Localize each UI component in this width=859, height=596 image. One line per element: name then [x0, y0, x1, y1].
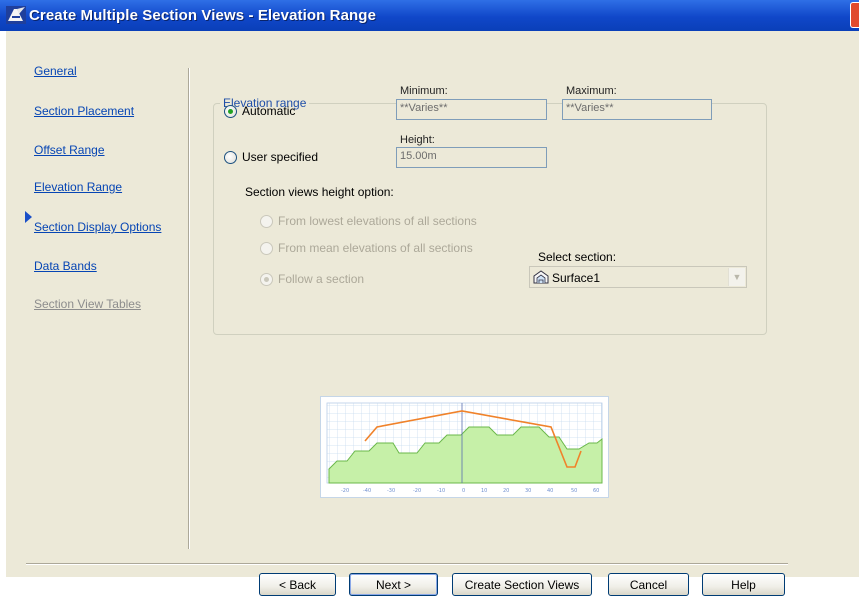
minimum-label: Minimum: — [400, 85, 448, 97]
select-section-combo[interactable]: Surface1 ▼ — [529, 266, 747, 288]
axis-tick: 0 — [462, 488, 465, 494]
select-section-label: Select section: — [538, 250, 617, 264]
section-preview-diagram: -20 -40 -30 -20 -10 0 10 20 30 40 50 60 — [320, 396, 609, 498]
lowest-elevation-radio[interactable] — [260, 215, 273, 228]
nav-item-general[interactable]: General — [34, 64, 77, 78]
nav-item-section-placement[interactable]: Section Placement — [34, 104, 134, 118]
close-icon[interactable] — [850, 2, 859, 28]
user-specified-label: User specified — [242, 150, 319, 164]
create-section-views-button[interactable]: Create Section Views — [452, 573, 592, 596]
follow-section-radio[interactable] — [260, 273, 273, 286]
dialog-body: General Section Placement Offset Range E… — [6, 31, 859, 596]
automatic-label: Automatic — [242, 104, 296, 118]
nav-item-data-bands[interactable]: Data Bands — [34, 259, 97, 273]
maximum-label: Maximum: — [566, 85, 617, 97]
nav-item-section-display-options[interactable]: Section Display Options — [34, 220, 161, 234]
follow-section-label: Follow a section — [278, 272, 365, 286]
axis-tick: -10 — [437, 488, 445, 494]
axis-tick: -40 — [363, 488, 371, 494]
cancel-button[interactable]: Cancel — [608, 573, 689, 596]
axis-tick: -30 — [387, 488, 395, 494]
autocad-civil-icon — [6, 6, 26, 24]
maximum-field[interactable]: **Varies** — [562, 99, 712, 120]
window-title: Create Multiple Section Views - Elevatio… — [29, 7, 377, 24]
mean-elevation-radio[interactable] — [260, 242, 273, 255]
next-button[interactable]: Next > — [349, 573, 438, 596]
vertical-divider — [188, 68, 190, 549]
axis-tick: 10 — [481, 488, 487, 494]
back-button[interactable]: < Back — [259, 573, 336, 596]
axis-tick: 60 — [593, 488, 599, 494]
axis-tick: -20 — [341, 488, 349, 494]
lowest-elevation-label: From lowest elevations of all sections — [278, 214, 477, 228]
nav-item-elevation-range[interactable]: Elevation Range — [34, 180, 122, 194]
bottom-divider — [26, 563, 788, 565]
nav-item-offset-range[interactable]: Offset Range — [34, 143, 105, 157]
help-button[interactable]: Help — [702, 573, 785, 596]
axis-tick: 50 — [571, 488, 577, 494]
current-page-arrow-icon — [25, 211, 32, 223]
axis-tick-labels: -20 -40 -30 -20 -10 0 10 20 30 40 50 60 — [341, 488, 599, 494]
select-section-value: Surface1 — [552, 271, 601, 285]
height-option-label: Section views height option: — [245, 185, 394, 199]
height-label: Height: — [400, 134, 435, 146]
automatic-radio[interactable] — [224, 105, 237, 118]
surface-icon — [533, 270, 549, 284]
height-field[interactable]: 15.00m — [396, 147, 547, 168]
axis-tick: 20 — [503, 488, 509, 494]
axis-tick: 30 — [525, 488, 531, 494]
axis-tick: 40 — [547, 488, 553, 494]
minimum-field[interactable]: **Varies** — [396, 99, 547, 120]
preview-svg: -20 -40 -30 -20 -10 0 10 20 30 40 50 60 — [326, 402, 603, 494]
axis-tick: -20 — [413, 488, 421, 494]
mean-elevation-label: From mean elevations of all sections — [278, 241, 473, 255]
chevron-down-icon[interactable]: ▼ — [728, 268, 745, 286]
title-bar: Create Multiple Section Views - Elevatio… — [0, 0, 859, 31]
nav-item-section-view-tables: Section View Tables — [34, 297, 141, 311]
user-specified-radio[interactable] — [224, 151, 237, 164]
